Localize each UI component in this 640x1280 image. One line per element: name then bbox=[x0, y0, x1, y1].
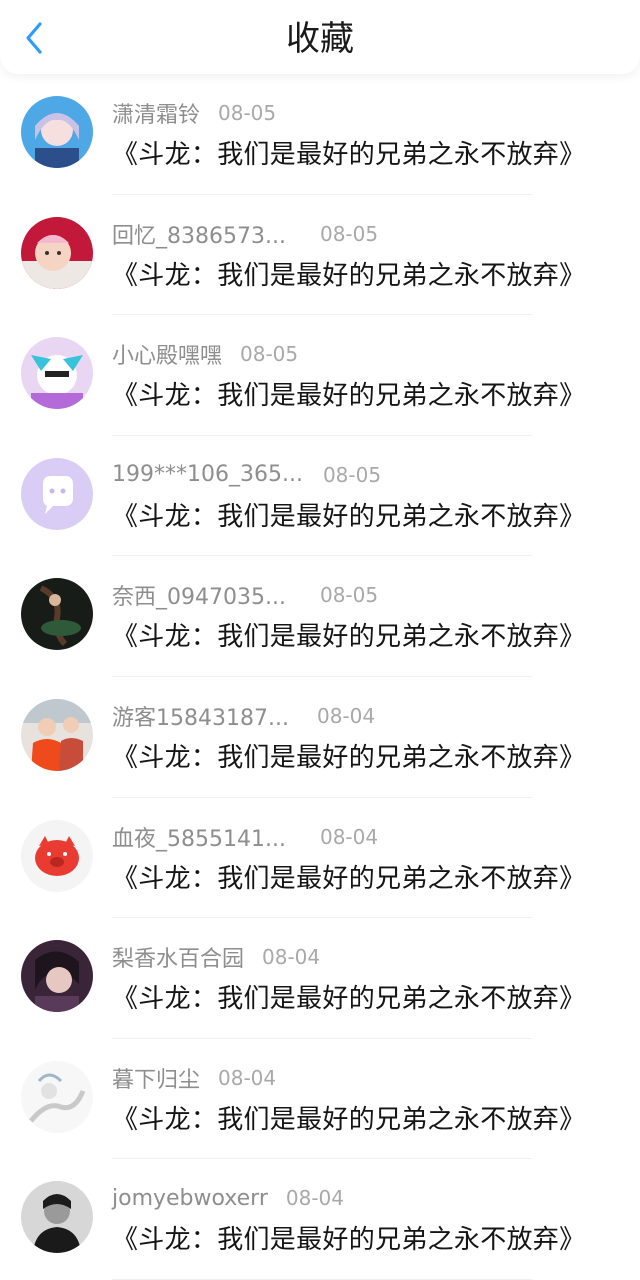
date: 08-04 bbox=[285, 1186, 345, 1211]
username[interactable]: 回忆_8386573... bbox=[112, 218, 286, 250]
date: 08-04 bbox=[319, 824, 379, 849]
item-meta: 潇清霜铃 08-05 bbox=[112, 98, 276, 128]
date: 08-05 bbox=[319, 221, 379, 246]
top-bar: 收藏 bbox=[0, 0, 640, 74]
avatar[interactable] bbox=[21, 940, 93, 1013]
work-title[interactable]: 《斗龙：我们是最好的兄弟之永不放弃》 bbox=[112, 1099, 585, 1136]
username[interactable]: 游客15843187... bbox=[112, 700, 289, 732]
list-item[interactable]: 血夜_5855141... 08-04 《斗龙：我们是最好的兄弟之永不放弃》 bbox=[0, 798, 640, 919]
item-meta: 血夜_5855141... 08-04 bbox=[112, 822, 378, 852]
item-meta: 回忆_8386573... 08-05 bbox=[112, 219, 378, 249]
username[interactable]: 潇清霜铃 bbox=[112, 97, 200, 129]
date: 08-04 bbox=[262, 945, 321, 970]
avatar[interactable] bbox=[21, 1181, 93, 1254]
list-item[interactable]: 暮下归尘 08-04 《斗龙：我们是最好的兄弟之永不放弃》 bbox=[0, 1039, 640, 1160]
list-item[interactable]: 游客15843187... 08-04 《斗龙：我们是最好的兄弟之永不放弃》 bbox=[0, 677, 640, 798]
work-title[interactable]: 《斗龙：我们是最好的兄弟之永不放弃》 bbox=[112, 737, 585, 774]
work-title[interactable]: 《斗龙：我们是最好的兄弟之永不放弃》 bbox=[112, 616, 585, 653]
item-meta: 梨香水百合园 08-04 bbox=[112, 942, 320, 972]
item-meta: jomyebwoxerr 08-04 bbox=[112, 1183, 344, 1213]
avatar[interactable] bbox=[21, 96, 93, 168]
username[interactable]: 梨香水百合园 bbox=[112, 941, 244, 973]
avatar[interactable] bbox=[21, 457, 93, 530]
list-item[interactable]: jomyebwoxerr 08-04 《斗龙：我们是最好的兄弟之永不放弃》 bbox=[0, 1159, 640, 1280]
work-title[interactable]: 《斗龙：我们是最好的兄弟之永不放弃》 bbox=[112, 496, 585, 533]
work-title[interactable]: 《斗龙：我们是最好的兄弟之永不放弃》 bbox=[112, 375, 585, 412]
work-title[interactable]: 《斗龙：我们是最好的兄弟之永不放弃》 bbox=[112, 858, 585, 895]
avatar[interactable] bbox=[21, 698, 93, 771]
list-item[interactable]: 199***106_365... 08-05 《斗龙：我们是最好的兄弟之永不放弃… bbox=[0, 436, 640, 557]
avatar[interactable] bbox=[21, 819, 93, 892]
date: 08-05 bbox=[322, 462, 382, 487]
work-title[interactable]: 《斗龙：我们是最好的兄弟之永不放弃》 bbox=[112, 255, 585, 292]
favorites-list: 潇清霜铃 08-05 《斗龙：我们是最好的兄弟之永不放弃》 回忆_8386573… bbox=[0, 74, 640, 1280]
page-title: 收藏 bbox=[286, 19, 354, 59]
item-meta: 游客15843187... 08-04 bbox=[112, 701, 375, 731]
work-title[interactable]: 《斗龙：我们是最好的兄弟之永不放弃》 bbox=[112, 134, 585, 171]
list-item[interactable]: 潇清霜铃 08-05 《斗龙：我们是最好的兄弟之永不放弃》 bbox=[0, 74, 640, 195]
date: 08-04 bbox=[316, 703, 376, 728]
username[interactable]: 血夜_5855141... bbox=[112, 821, 286, 853]
date: 08-05 bbox=[319, 583, 379, 608]
list-item[interactable]: 小心殿嘿嘿 08-05 《斗龙：我们是最好的兄弟之永不放弃》 bbox=[0, 315, 640, 436]
item-meta: 奈西_0947035... 08-05 bbox=[112, 580, 378, 610]
list-item[interactable]: 奈西_0947035... 08-05 《斗龙：我们是最好的兄弟之永不放弃》 bbox=[0, 556, 640, 677]
username[interactable]: 奈西_0947035... bbox=[112, 579, 286, 611]
item-meta: 小心殿嘿嘿 08-05 bbox=[112, 339, 298, 369]
username[interactable]: 199***106_365... bbox=[112, 462, 303, 487]
item-meta: 暮下归尘 08-04 bbox=[112, 1063, 276, 1093]
username[interactable]: 暮下归尘 bbox=[112, 1062, 200, 1094]
work-title[interactable]: 《斗龙：我们是最好的兄弟之永不放弃》 bbox=[112, 978, 585, 1015]
item-meta: 199***106_365... 08-05 bbox=[112, 460, 381, 490]
date: 08-05 bbox=[240, 342, 299, 367]
work-title[interactable]: 《斗龙：我们是最好的兄弟之永不放弃》 bbox=[112, 1219, 585, 1256]
date: 08-04 bbox=[218, 1065, 277, 1090]
avatar[interactable] bbox=[21, 337, 93, 410]
list-item[interactable]: 梨香水百合园 08-04 《斗龙：我们是最好的兄弟之永不放弃》 bbox=[0, 918, 640, 1039]
avatar[interactable] bbox=[21, 216, 93, 289]
date: 08-05 bbox=[218, 101, 277, 125]
avatar[interactable] bbox=[21, 578, 93, 651]
avatar[interactable] bbox=[21, 1060, 93, 1133]
username[interactable]: 小心殿嘿嘿 bbox=[112, 338, 222, 370]
list-item[interactable]: 回忆_8386573... 08-05 《斗龙：我们是最好的兄弟之永不放弃》 bbox=[0, 195, 640, 316]
username[interactable]: jomyebwoxerr bbox=[112, 1186, 268, 1211]
